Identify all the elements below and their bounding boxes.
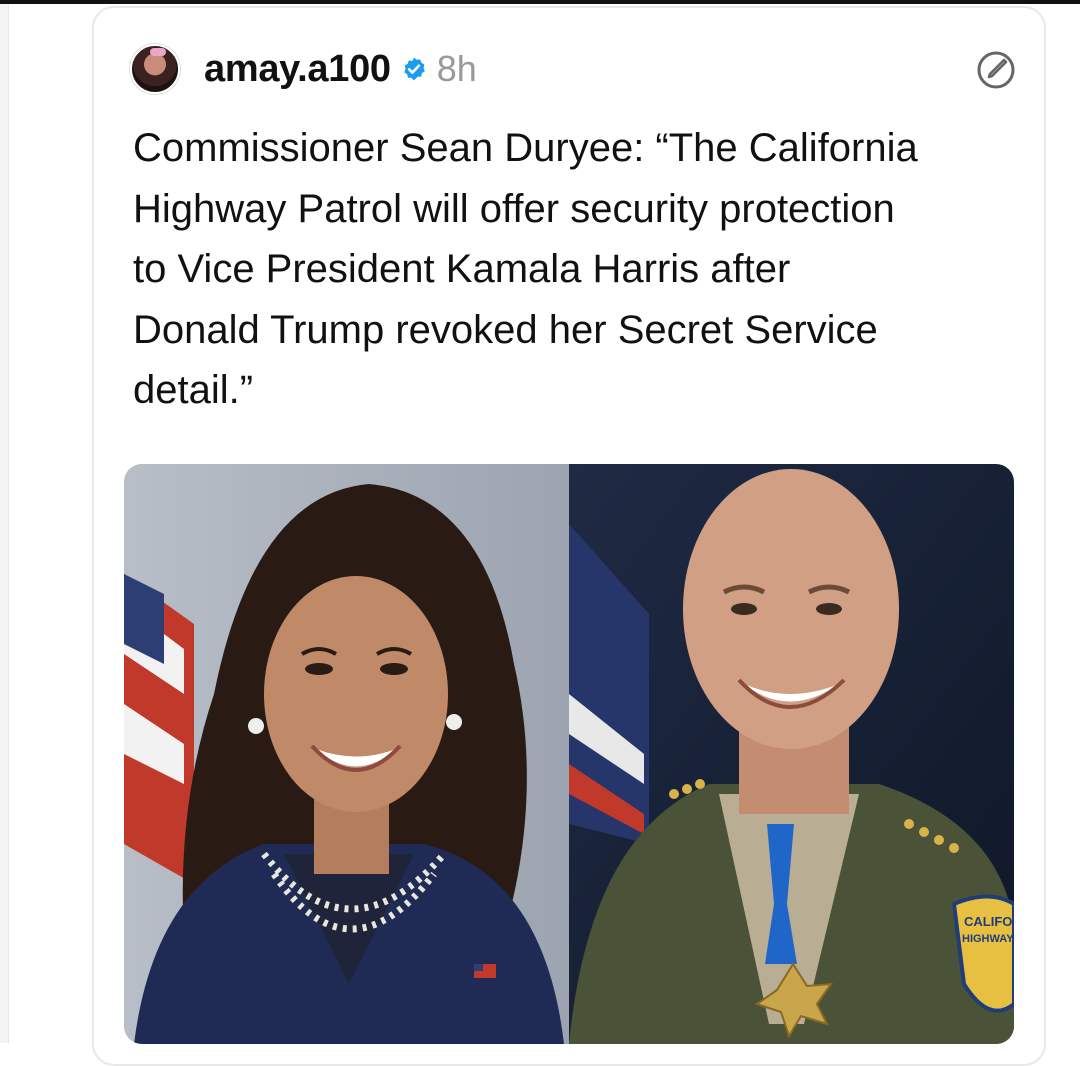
patch-text: CALIFO xyxy=(964,914,1012,929)
post-media[interactable]: CALIFO HIGHWAY xyxy=(124,464,1014,1044)
avatar[interactable] xyxy=(130,44,180,94)
top-bar xyxy=(0,0,1080,4)
edit-icon[interactable] xyxy=(974,48,1018,92)
post-text: Commissioner Sean Duryee: “The Californi… xyxy=(133,126,918,412)
portrait-left-photo xyxy=(124,464,569,1044)
left-rule xyxy=(0,4,9,1043)
username[interactable]: amay.a100 xyxy=(204,48,391,91)
post-header: amay.a100 8h xyxy=(130,44,477,94)
post-time: 8h xyxy=(436,48,477,89)
portrait-right-photo: CALIFO HIGHWAY xyxy=(569,464,1014,1044)
svg-text:HIGHWAY: HIGHWAY xyxy=(962,933,1014,945)
verified-badge-icon xyxy=(404,57,425,81)
